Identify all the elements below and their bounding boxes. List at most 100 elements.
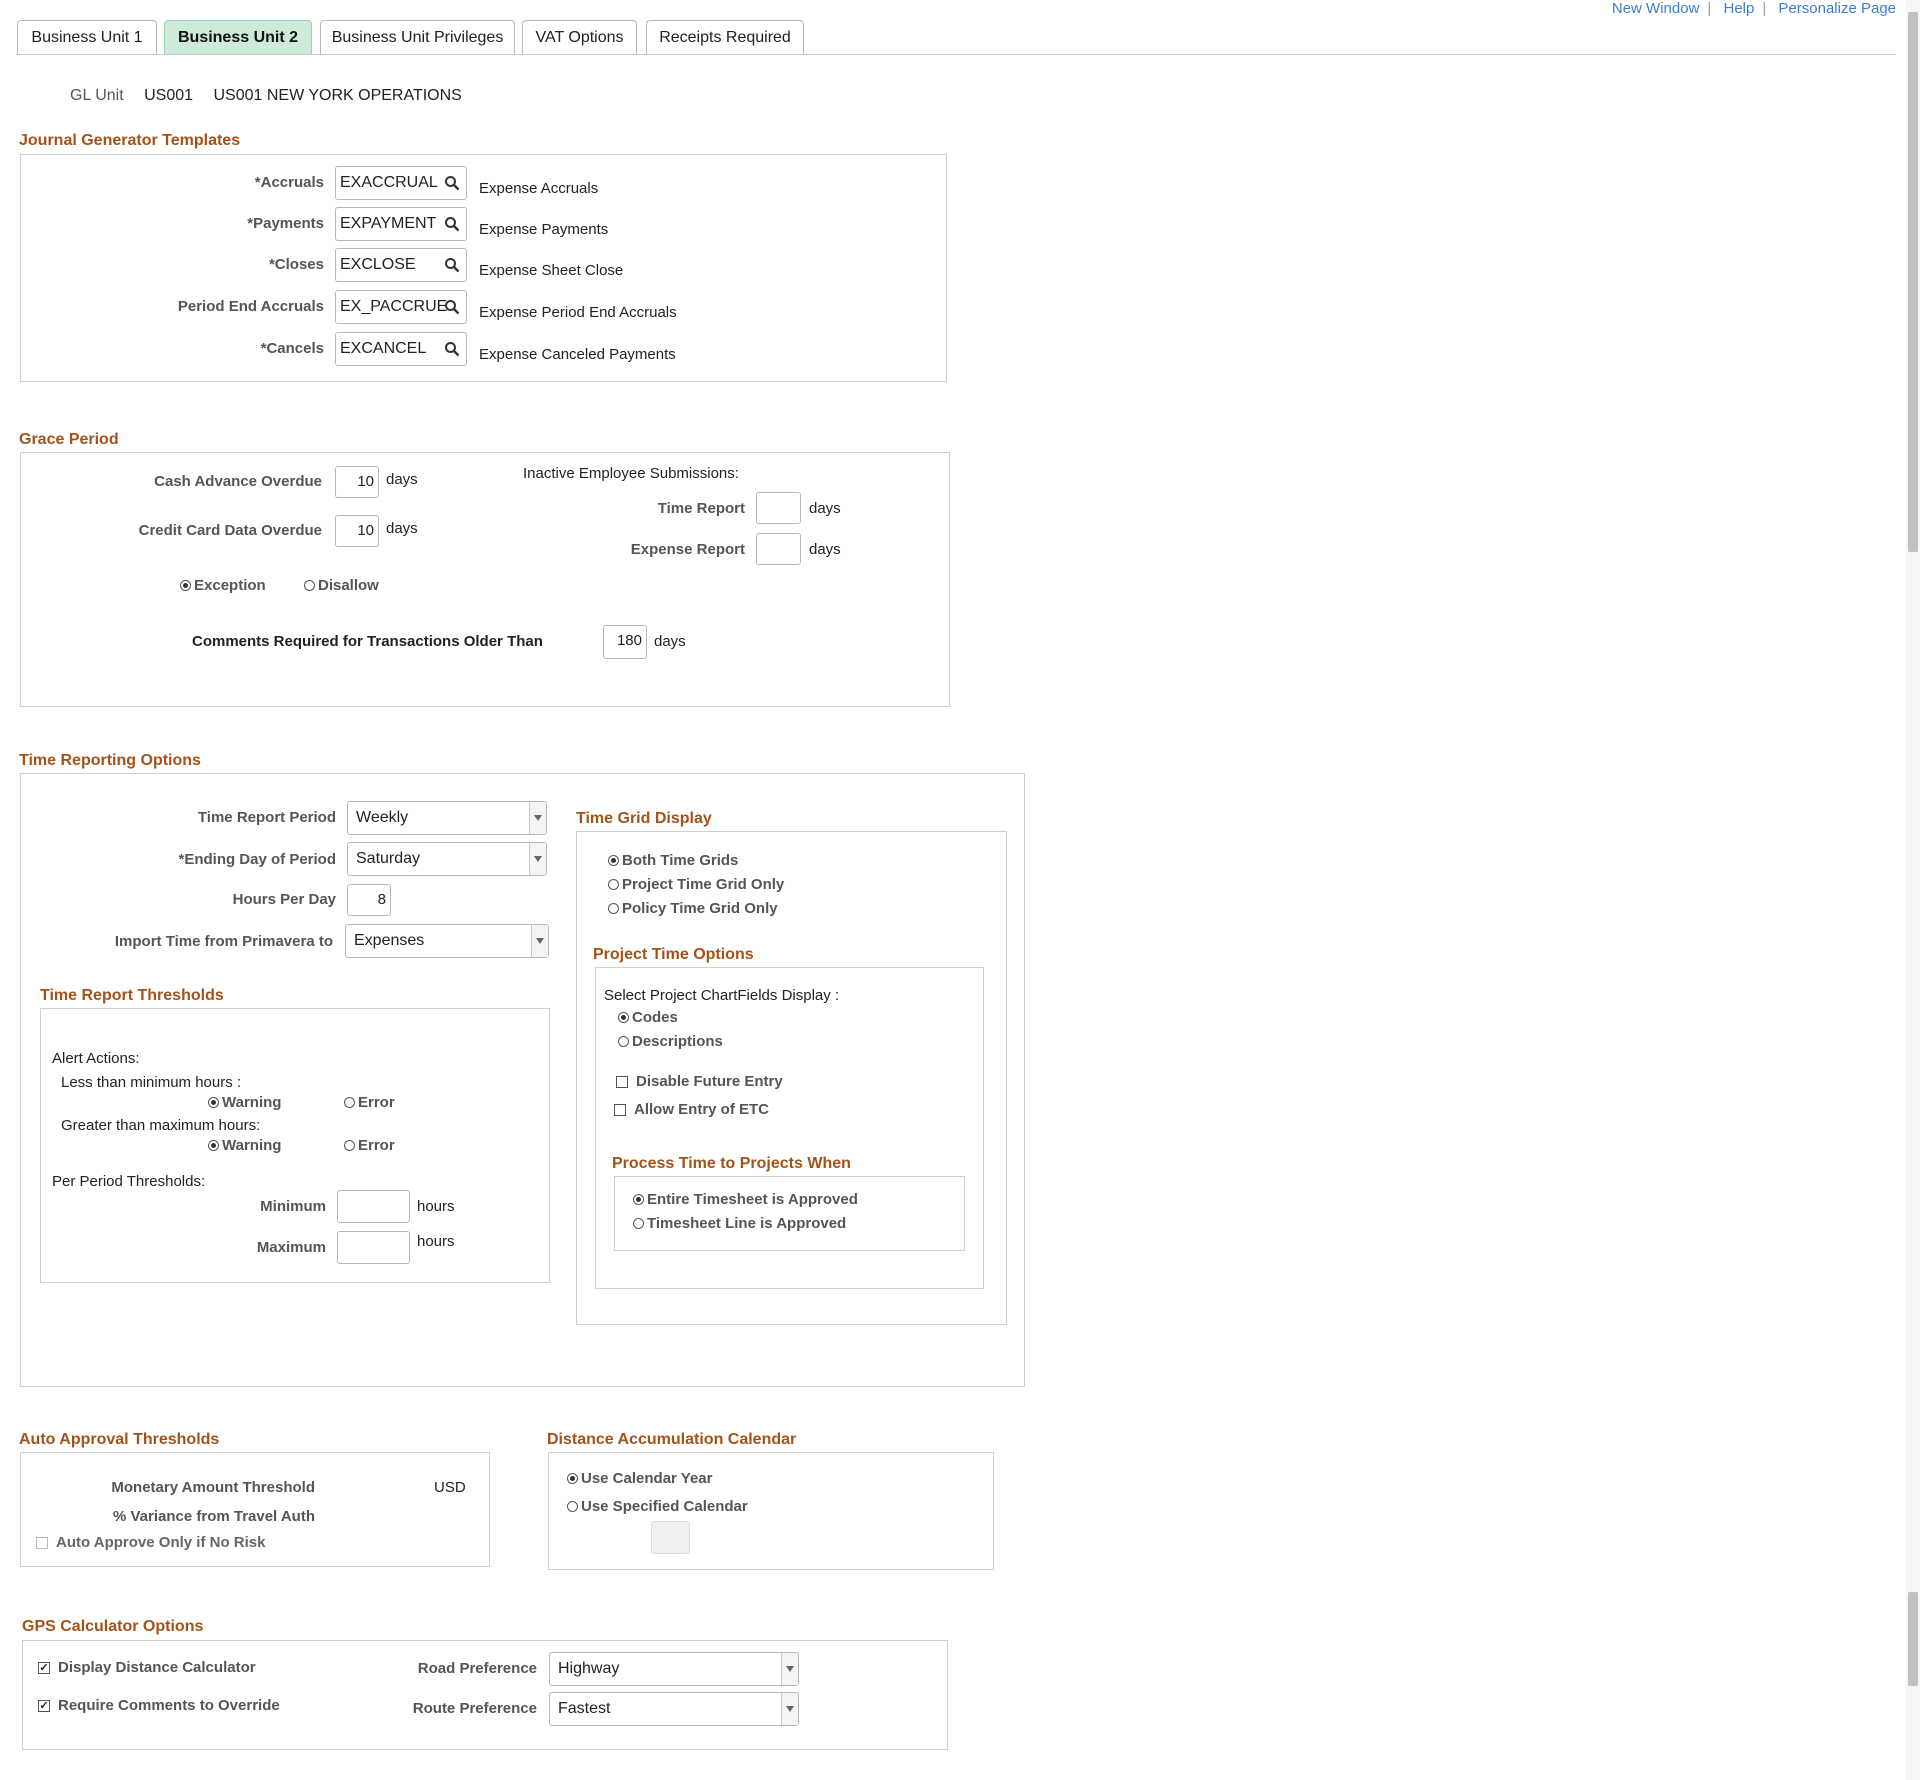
checkbox-box <box>616 1075 628 1088</box>
comments-required-label: Comments Required for Transactions Older… <box>192 633 543 650</box>
chevron-down-icon[interactable] <box>531 925 548 957</box>
search-icon[interactable] <box>444 216 460 232</box>
checkbox-checked: ✓ <box>38 1699 50 1712</box>
descriptions-radio[interactable]: Descriptions <box>618 1033 723 1050</box>
search-icon[interactable] <box>444 257 460 273</box>
tab-business-unit-1[interactable]: Business Unit 1 <box>17 20 157 54</box>
display-distance-calculator-checkbox[interactable]: ✓ Display Distance Calculator <box>38 1659 256 1676</box>
less-error-radio[interactable]: Error <box>344 1094 395 1111</box>
both-time-grids-radio[interactable]: Both Time Grids <box>608 852 738 869</box>
tab-label: Business Unit Privileges <box>331 28 504 46</box>
policy-time-grid-radio[interactable]: Policy Time Grid Only <box>608 900 778 917</box>
radio-unselected <box>608 879 619 890</box>
tab-business-unit-2[interactable]: Business Unit 2 <box>164 20 312 54</box>
days-unit: days <box>809 541 841 558</box>
ending-day-select[interactable]: Saturday <box>347 842 547 876</box>
radio-unselected <box>304 580 315 591</box>
search-icon[interactable] <box>444 299 460 315</box>
use-specified-calendar-radio[interactable]: Use Specified Calendar <box>567 1498 748 1515</box>
use-calendar-year-radio[interactable]: Use Calendar Year <box>567 1470 712 1487</box>
time-report-label: Time Report <box>657 500 745 517</box>
codes-radio[interactable]: Codes <box>618 1009 678 1026</box>
import-primavera-select[interactable]: Expenses <box>345 924 549 958</box>
disable-future-entry-label: Disable Future Entry <box>636 1073 783 1090</box>
vertical-scrollbar[interactable] <box>1906 0 1920 1780</box>
checkbox-box <box>614 1103 626 1116</box>
personalize-page-link[interactable]: Personalize Page <box>1778 0 1896 17</box>
time-report-period-select[interactable]: Weekly <box>347 801 547 835</box>
less-warning-radio[interactable]: Warning <box>208 1094 281 1111</box>
project-time-grid-label: Project Time Grid Only <box>622 876 785 893</box>
greater-warning-radio[interactable]: Warning <box>208 1137 281 1154</box>
tab-vat-options[interactable]: VAT Options <box>522 20 637 54</box>
use-calendar-year-label: Use Calendar Year <box>581 1470 713 1487</box>
gl-unit-row: GL Unit US001 US001 NEW YORK OPERATIONS <box>70 87 462 105</box>
auto-approve-no-risk-checkbox[interactable]: Auto Approve Only if No Risk <box>36 1534 265 1551</box>
period-end-accruals-label: Period End Accruals <box>177 298 324 315</box>
payments-desc: Expense Payments <box>479 221 609 238</box>
allow-entry-etc-checkbox[interactable]: Allow Entry of ETC <box>614 1101 769 1118</box>
closes-label: *Closes <box>268 256 324 273</box>
credit-card-input[interactable]: 10 <box>335 515 379 547</box>
comments-required-input[interactable]: 180 <box>603 625 647 659</box>
closes-value: EXCLOSE <box>340 256 416 273</box>
hours-per-day-input[interactable]: 8 <box>347 884 391 916</box>
auto-approve-no-risk-label: Auto Approve Only if No Risk <box>56 1534 266 1551</box>
payments-prompt[interactable]: EXPAYMENT <box>335 207 467 241</box>
search-icon[interactable] <box>444 341 460 357</box>
require-comments-override-checkbox[interactable]: ✓ Require Comments to Override <box>38 1697 280 1714</box>
cancels-prompt[interactable]: EXCANCEL <box>335 332 467 366</box>
cash-advance-input[interactable]: 10 <box>335 466 379 498</box>
period-end-accruals-prompt[interactable]: EX_PACCRUE <box>335 290 467 324</box>
distance-calendar-title: Distance Accumulation Calendar <box>547 1431 797 1448</box>
grace-period-box <box>20 452 950 707</box>
radio-unselected <box>344 1097 355 1108</box>
radio-unselected <box>633 1218 644 1229</box>
allow-entry-etc-label: Allow Entry of ETC <box>634 1101 769 1118</box>
scrollbar-thumb-top[interactable] <box>1908 12 1918 552</box>
disable-future-entry-checkbox[interactable]: Disable Future Entry <box>616 1073 783 1090</box>
error-label: Error <box>358 1137 395 1154</box>
auto-approval-title: Auto Approval Thresholds <box>19 1431 220 1448</box>
minimum-hours-input[interactable] <box>337 1190 410 1223</box>
minimum-label: Minimum <box>260 1198 326 1215</box>
days-unit: days <box>809 500 841 517</box>
expense-report-input[interactable] <box>756 533 801 565</box>
help-link[interactable]: Help <box>1723 0 1754 17</box>
timesheet-line-radio[interactable]: Timesheet Line is Approved <box>633 1215 846 1232</box>
disallow-radio[interactable]: Disallow <box>304 577 379 594</box>
gps-calculator-box <box>22 1640 948 1750</box>
accruals-desc: Expense Accruals <box>479 180 599 197</box>
period-end-accruals-desc: Expense Period End Accruals <box>479 304 677 321</box>
exception-radio[interactable]: Exception <box>180 577 266 594</box>
route-preference-value: Fastest <box>558 1700 611 1717</box>
tab-receipts-required[interactable]: Receipts Required <box>646 20 804 54</box>
search-icon[interactable] <box>444 175 460 191</box>
chevron-down-icon[interactable] <box>781 1693 798 1725</box>
radio-selected <box>567 1473 578 1484</box>
new-window-link[interactable]: New Window <box>1612 0 1700 17</box>
greater-error-radio[interactable]: Error <box>344 1137 395 1154</box>
chevron-down-icon[interactable] <box>529 802 546 834</box>
exception-label: Exception <box>194 577 266 594</box>
project-time-options-title: Project Time Options <box>593 946 754 963</box>
route-preference-select[interactable]: Fastest <box>549 1692 799 1726</box>
chevron-down-icon[interactable] <box>529 843 546 875</box>
tab-label: Receipts Required <box>659 28 791 46</box>
time-report-input[interactable] <box>756 492 801 524</box>
radio-unselected <box>344 1140 355 1151</box>
warning-label: Warning <box>222 1137 282 1154</box>
accruals-prompt[interactable]: EXACCRUAL <box>335 166 467 200</box>
entire-timesheet-radio[interactable]: Entire Timesheet is Approved <box>633 1191 858 1208</box>
specified-calendar-input[interactable] <box>651 1521 690 1554</box>
tab-business-unit-privileges[interactable]: Business Unit Privileges <box>320 20 515 54</box>
closes-prompt[interactable]: EXCLOSE <box>335 248 467 282</box>
maximum-label: Maximum <box>256 1239 326 1256</box>
project-time-grid-radio[interactable]: Project Time Grid Only <box>608 876 784 893</box>
scrollbar-thumb-bottom[interactable] <box>1908 1592 1918 1686</box>
maximum-hours-input[interactable] <box>337 1231 410 1264</box>
thresholds-title: Time Report Thresholds <box>40 987 224 1004</box>
road-preference-select[interactable]: Highway <box>549 1652 799 1686</box>
warning-label: Warning <box>222 1094 282 1111</box>
chevron-down-icon[interactable] <box>781 1653 798 1685</box>
